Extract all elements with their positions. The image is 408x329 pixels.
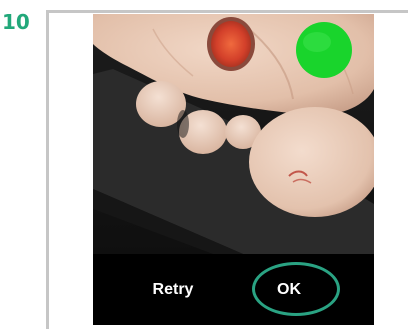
ok-button[interactable]: OK	[259, 278, 319, 302]
camera-action-bar: Retry OK	[93, 254, 374, 325]
green-marker-shade	[303, 32, 331, 52]
red-wound-inner	[211, 21, 251, 67]
clay-toe-shadow	[177, 110, 189, 138]
retry-button[interactable]: Retry	[143, 278, 203, 302]
step-number: 10	[2, 10, 30, 34]
camera-screen: Retry OK	[93, 14, 374, 325]
camera-preview	[93, 14, 374, 254]
